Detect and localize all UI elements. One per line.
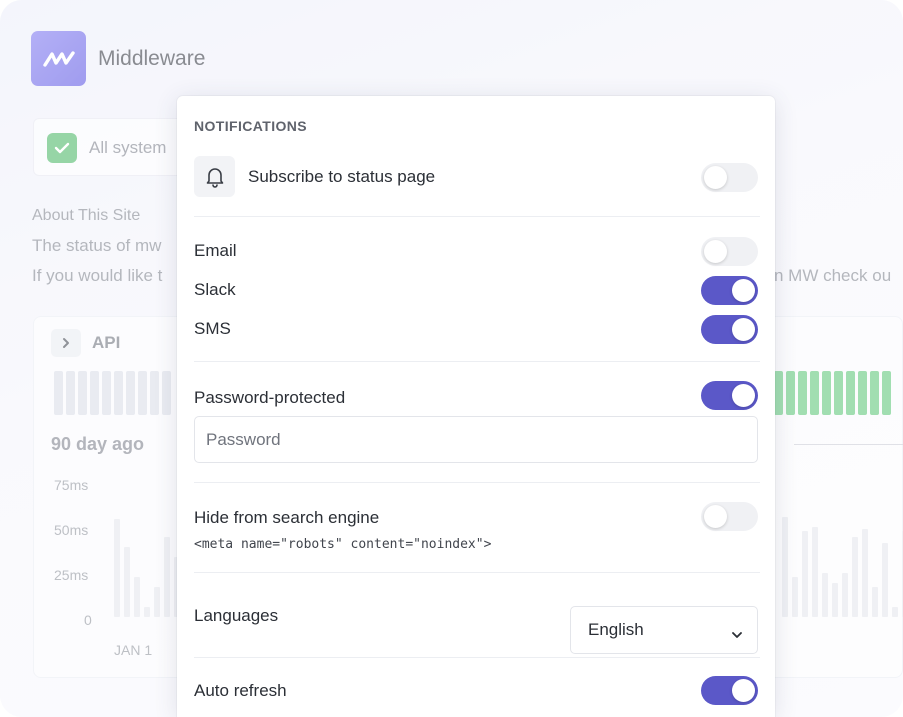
password-protected-label: Password-protected	[194, 388, 346, 407]
y-tick-25: 25ms	[54, 567, 89, 583]
about-text-line2: If you would like t	[32, 266, 163, 285]
auto-refresh-toggle[interactable]	[701, 676, 758, 705]
divider	[194, 361, 760, 362]
chevron-right-icon[interactable]	[51, 329, 81, 357]
bell-icon	[194, 156, 235, 197]
uptime-bars-left	[54, 371, 171, 415]
settings-popup: NOTIFICATIONS Subscribe to status page E…	[177, 96, 775, 717]
uptime-bars-right	[774, 371, 891, 415]
divider	[194, 657, 760, 658]
noindex-meta-text: <meta name="robots" content="noindex">	[194, 537, 492, 552]
sms-toggle[interactable]	[701, 315, 758, 344]
hide-search-label: Hide from search engine	[194, 508, 380, 527]
system-status-text: All system	[89, 138, 167, 157]
language-selected-value: English	[588, 620, 644, 639]
about-text-line2-right: n MW check ou	[774, 266, 892, 285]
api-label: API	[92, 333, 121, 352]
divider	[194, 482, 760, 483]
y-tick-75: 75ms	[54, 477, 89, 493]
password-protected-toggle[interactable]	[701, 381, 758, 410]
check-icon	[47, 133, 77, 163]
chevron-down-icon	[731, 624, 743, 644]
slack-label: Slack	[194, 280, 236, 299]
about-text-line1: The status of mw	[32, 236, 162, 255]
password-input[interactable]	[194, 416, 758, 463]
language-select[interactable]: English	[570, 606, 758, 654]
auto-refresh-label: Auto refresh	[194, 681, 287, 700]
y-tick-0: 0	[84, 612, 92, 628]
subscribe-label: Subscribe to status page	[248, 167, 436, 186]
latency-bars-right	[782, 497, 903, 617]
email-toggle[interactable]	[701, 237, 758, 266]
hide-search-toggle[interactable]	[701, 502, 758, 531]
sms-label: SMS	[194, 319, 231, 338]
day-ago-label: 90 day ago	[51, 434, 145, 454]
mw-logo-icon	[31, 31, 86, 86]
x-tick-jan1: JAN 1	[114, 642, 153, 658]
languages-label: Languages	[194, 606, 279, 625]
about-title: About This Site	[32, 207, 141, 224]
brand-name: Middleware	[98, 47, 206, 70]
divider	[194, 572, 760, 573]
email-label: Email	[194, 241, 237, 260]
latency-bars-left	[114, 497, 180, 617]
divider	[194, 216, 760, 217]
y-tick-50: 50ms	[54, 522, 89, 538]
slack-toggle[interactable]	[701, 276, 758, 305]
notifications-title: NOTIFICATIONS	[194, 118, 308, 134]
subscribe-toggle[interactable]	[701, 163, 758, 192]
timeline-line	[794, 444, 903, 445]
